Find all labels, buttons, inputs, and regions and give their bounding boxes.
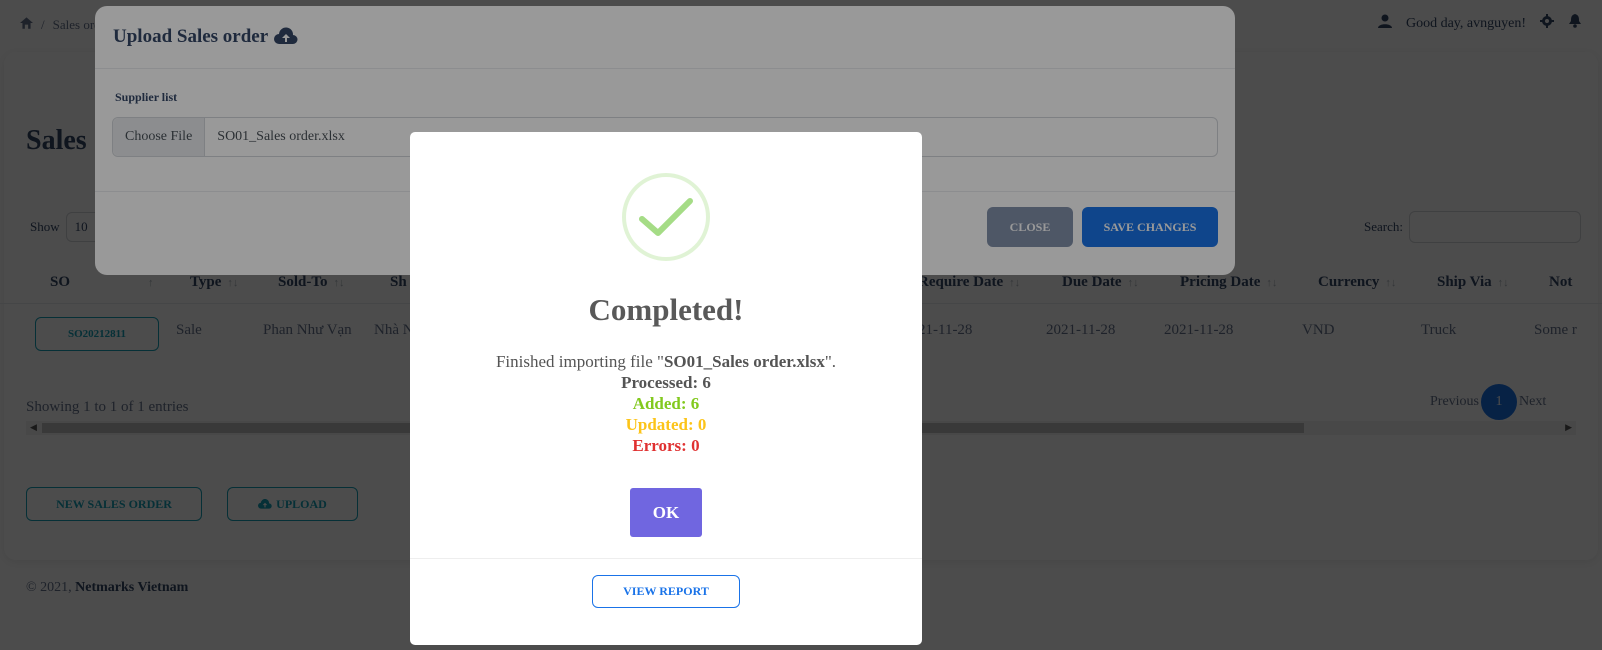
updated-count: Updated: 0 [625,415,707,434]
dialog-footer-divider [410,558,922,559]
added-count: Added: 6 [632,394,700,413]
errors-count: Errors: 0 [632,436,700,455]
imported-file-name: SO01_Sales order.xlsx [663,352,825,371]
dialog-message: Finished importing file "SO01_Sales orde… [410,351,922,456]
check-icon [639,198,693,236]
import-result-dialog: Completed! Finished importing file "SO01… [410,132,922,645]
success-icon [622,173,710,261]
view-report-button[interactable]: VIEW REPORT [592,575,740,608]
processed-count: Processed: 6 [621,373,711,392]
ok-button[interactable]: OK [630,488,702,537]
dialog-title: Completed! [588,292,744,327]
import-message: Finished importing file "SO01_Sales orde… [495,352,837,371]
